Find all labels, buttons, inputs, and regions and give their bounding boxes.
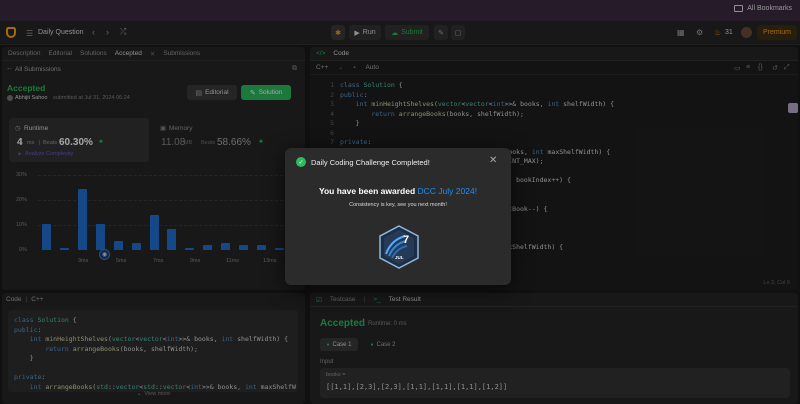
- award-message: You have been awarded DCC July 2024!: [318, 186, 478, 196]
- badge-number: 7: [403, 234, 410, 246]
- badge-month: JUL: [395, 255, 404, 260]
- dcc-badge-icon: 7 JUL: [377, 224, 421, 270]
- badge-name-link[interactable]: DCC July 2024!: [418, 186, 478, 196]
- close-icon[interactable]: ✕: [489, 155, 497, 166]
- challenge-modal: ✓ Daily Coding Challenge Completed! ✕ Yo…: [285, 148, 511, 285]
- check-circle-icon: ✓: [296, 157, 306, 167]
- modal-title: Daily Coding Challenge Completed!: [311, 158, 430, 167]
- modal-subtitle: Consistency is key, see you next month!: [349, 202, 447, 208]
